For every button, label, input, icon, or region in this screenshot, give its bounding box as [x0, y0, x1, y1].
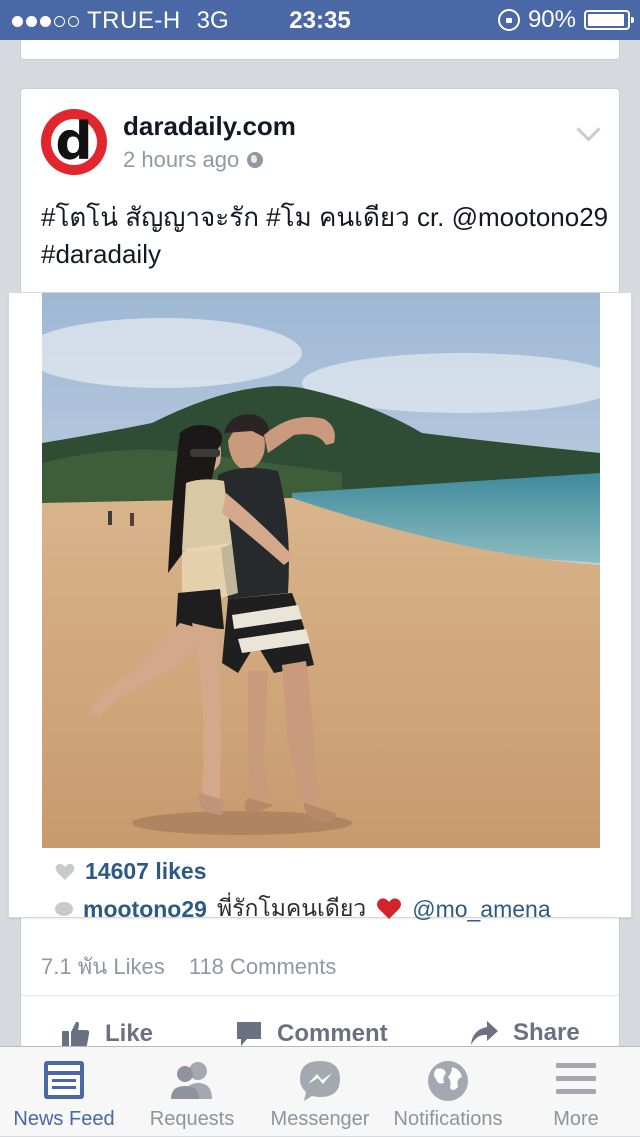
- caption-text: พี่รักโมคนเดียว: [216, 895, 367, 921]
- tab-label: Requests: [149, 1108, 235, 1130]
- like-label: Like: [105, 1020, 154, 1047]
- caption-mention: @mo_amena: [412, 895, 551, 922]
- globe-icon: [428, 1061, 468, 1101]
- share-arrow-icon: [471, 1021, 498, 1045]
- bottom-tab-bar: News Feed Requests Messenger Notificatio…: [0, 1046, 640, 1136]
- post-message-line-2: #daradaily: [41, 239, 161, 269]
- post-message-line-1: #โตโน่ สัญญาจะรัก #โม คนเดียว cr. @mooto…: [41, 202, 609, 232]
- battery-percent: 90%: [527, 6, 576, 33]
- photo-illustration: [42, 293, 600, 848]
- story-stats[interactable]: 7.1 พัน Likes 118 Comments: [41, 949, 354, 984]
- thumbs-up-icon: [62, 1021, 90, 1047]
- messenger-icon: [300, 1061, 340, 1101]
- tab-notifications[interactable]: Notifications: [384, 1047, 512, 1137]
- page-name-link[interactable]: daradaily.com: [123, 111, 296, 142]
- share-label: Share: [513, 1019, 580, 1046]
- tab-news-feed[interactable]: News Feed: [0, 1047, 128, 1137]
- instagram-caption: mootono29 พี่รักโมคนเดียว @mo_amena: [55, 891, 551, 927]
- story-options-chevron-icon[interactable]: [576, 117, 601, 142]
- avatar-logo-letter: d: [55, 112, 93, 172]
- comment-bubble-small-icon: [55, 902, 73, 916]
- tab-requests[interactable]: Requests: [128, 1047, 256, 1137]
- menu-icon: [556, 1063, 596, 1094]
- likes-count[interactable]: 7.1 พัน Likes: [41, 954, 165, 979]
- beach-couple-photo[interactable]: [42, 293, 600, 848]
- tab-label: Messenger: [270, 1108, 370, 1130]
- comments-count[interactable]: 118 Comments: [189, 954, 337, 979]
- timestamp-text: 2 hours ago: [123, 147, 240, 172]
- post-timestamp[interactable]: 2 hours ago: [123, 147, 264, 173]
- status-bar: TRUE-H 3G 23:35 90%: [0, 0, 640, 40]
- news-feed-icon: [44, 1061, 84, 1099]
- rotation-lock-icon: [497, 9, 520, 31]
- action-divider: [21, 995, 619, 996]
- comment-bubble-icon: [237, 1022, 261, 1046]
- instagram-likes: 14607 likes: [55, 858, 207, 885]
- shared-instagram-photo[interactable]: 14607 likes mootono29 พี่รักโมคนเดียว @mo_…: [8, 292, 632, 922]
- battery-icon: [584, 10, 634, 30]
- tab-messenger[interactable]: Messenger: [256, 1047, 384, 1137]
- share-button[interactable]: Share: [469, 1019, 580, 1047]
- page-avatar[interactable]: d: [41, 109, 107, 175]
- heart-icon: [55, 863, 75, 880]
- red-heart-emoji-icon: [377, 898, 402, 919]
- previous-story-card: [20, 40, 620, 60]
- like-button[interactable]: Like: [61, 1019, 153, 1049]
- tab-label: Notifications: [393, 1108, 503, 1130]
- comment-button[interactable]: Comment: [235, 1019, 388, 1049]
- caption-username: mootono29: [83, 895, 207, 922]
- post-message: #โตโน่ สัญญาจะรัก #โม คนเดียว cr. @mooto…: [41, 199, 611, 273]
- status-right: 90%: [497, 6, 634, 34]
- comment-label: Comment: [277, 1020, 388, 1047]
- tab-more[interactable]: More: [512, 1047, 640, 1137]
- friend-requests-icon: [171, 1062, 212, 1099]
- instagram-likes-text: 14607 likes: [85, 858, 207, 884]
- tab-label: More: [553, 1108, 599, 1130]
- public-audience-icon: [247, 152, 264, 168]
